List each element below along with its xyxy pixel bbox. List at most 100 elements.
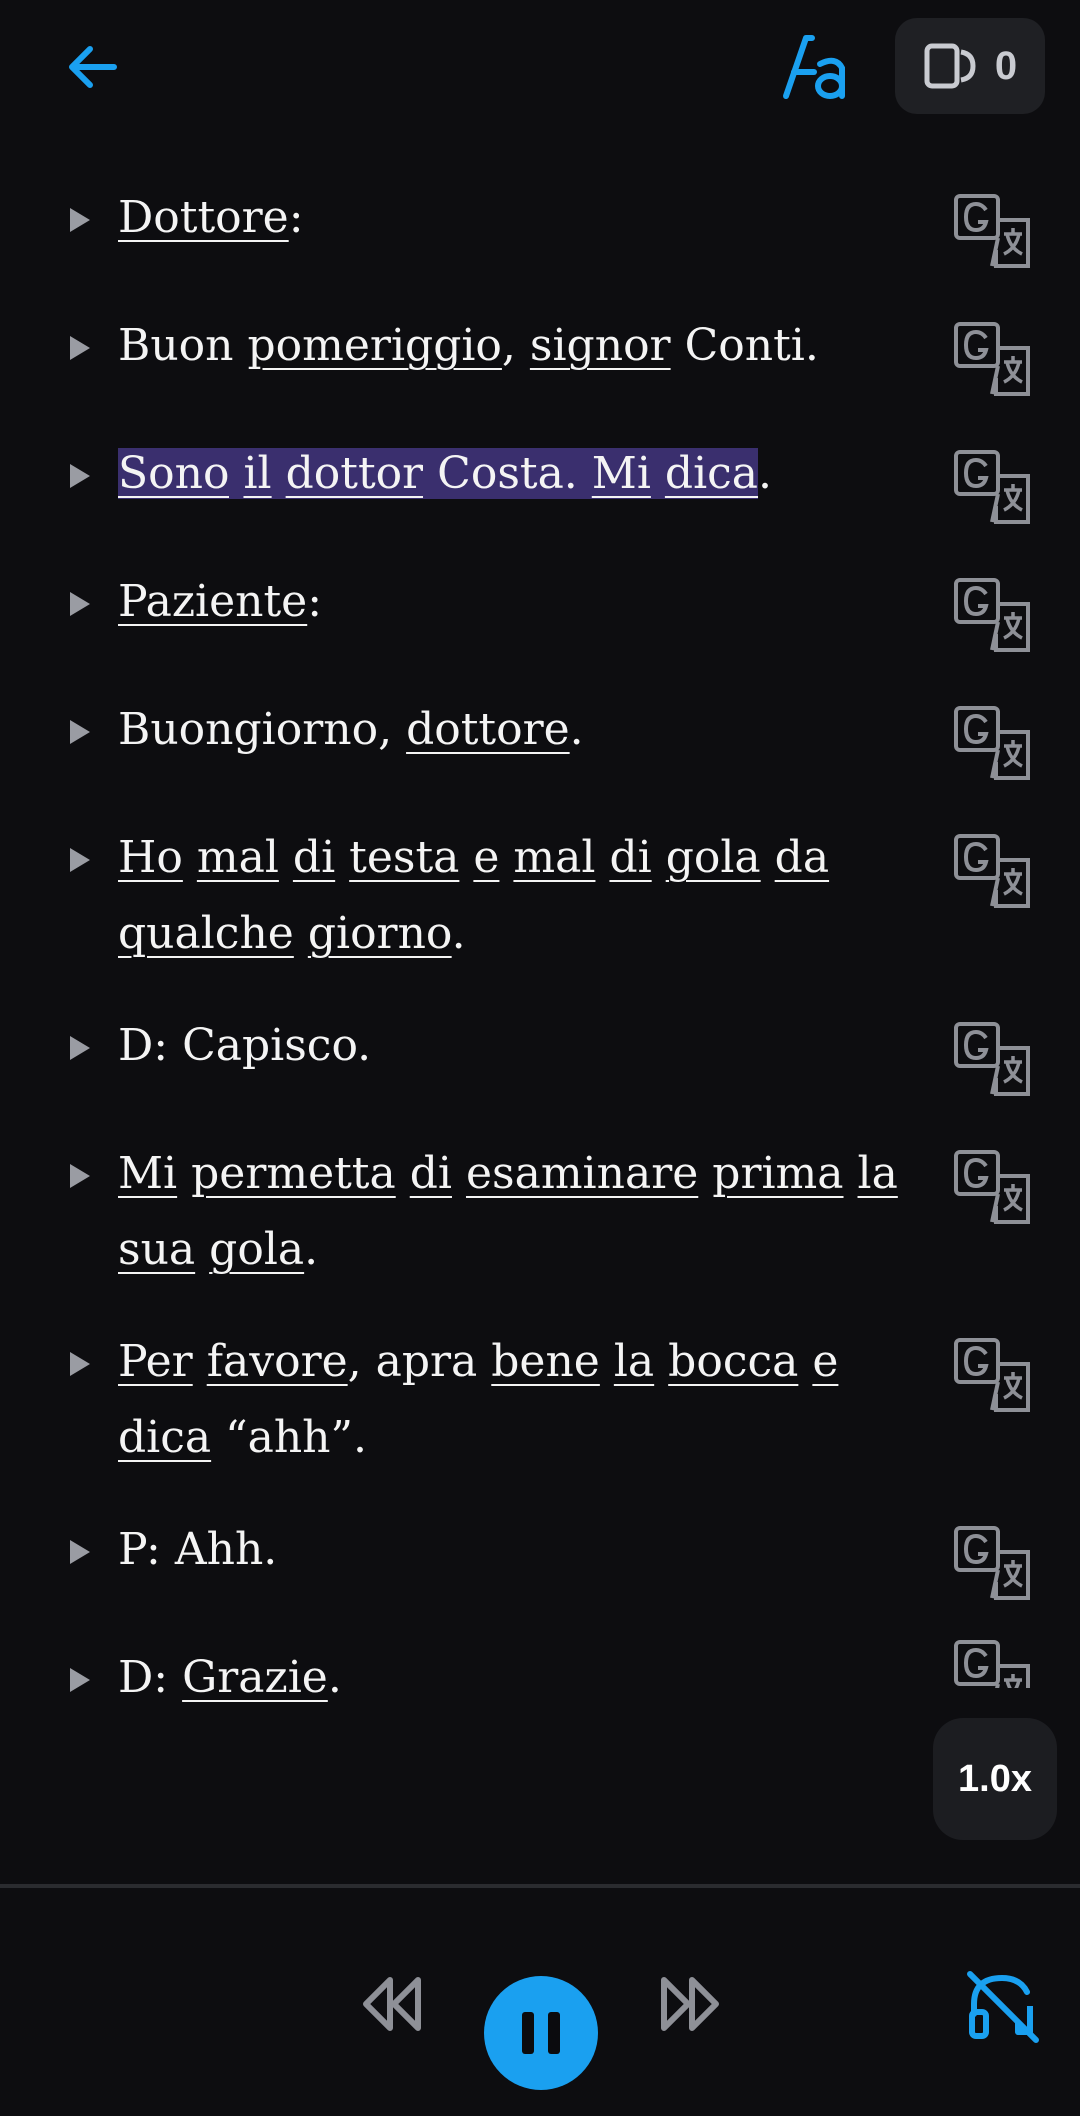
play-line-icon[interactable] <box>70 464 90 488</box>
word-link[interactable]: di <box>609 832 651 883</box>
play-line-icon[interactable] <box>70 1540 90 1564</box>
flashcards-count: 0 <box>994 43 1018 88</box>
flashcards-button[interactable]: 0 <box>895 18 1045 114</box>
word-link[interactable]: e <box>473 832 499 883</box>
text-fragment <box>279 832 293 883</box>
word-link[interactable]: Mi <box>591 448 651 499</box>
transcript-line: Per favore, apra bene la bocca e dica “a… <box>0 1324 1080 1512</box>
word-link[interactable]: la <box>858 1148 898 1199</box>
play-line-icon[interactable] <box>70 592 90 616</box>
text-fragment <box>600 1336 614 1387</box>
back-button[interactable] <box>60 35 124 99</box>
translate-button[interactable] <box>952 1334 1034 1416</box>
play-line-icon[interactable] <box>70 720 90 744</box>
translate-button[interactable] <box>952 574 1034 656</box>
text-fragment: Costa. <box>423 448 592 499</box>
play-line-icon[interactable] <box>70 336 90 360</box>
word-link[interactable]: esaminare <box>466 1148 698 1199</box>
word-link[interactable]: prima <box>712 1148 843 1199</box>
pause-button[interactable] <box>484 1976 598 2090</box>
translate-button[interactable] <box>952 1146 1034 1228</box>
word-link[interactable]: mal <box>513 832 595 883</box>
text-fragment: Buon <box>118 320 248 371</box>
translate-icon <box>954 1640 1030 1688</box>
word-link[interactable]: testa <box>349 832 459 883</box>
word-link[interactable]: permetta <box>191 1148 396 1199</box>
word-link[interactable]: Mi <box>118 1148 177 1199</box>
translate-button[interactable] <box>952 1636 1034 1688</box>
text-fragment <box>798 1336 812 1387</box>
word-link[interactable]: il <box>243 448 272 499</box>
word-link[interactable]: e <box>812 1336 838 1387</box>
text-fragment <box>229 448 244 499</box>
play-line-icon[interactable] <box>70 1036 90 1060</box>
font-settings-button[interactable] <box>780 30 856 106</box>
translate-button[interactable] <box>952 190 1034 272</box>
word-link[interactable]: Ho <box>118 832 183 883</box>
text-fragment <box>335 832 349 883</box>
word-link[interactable]: Sono <box>118 448 230 499</box>
top-bar: 0 <box>0 0 1080 130</box>
word-link[interactable]: mal <box>197 832 279 883</box>
transcript-line: Buon pomeriggio, signor Conti. <box>0 308 1080 436</box>
text-fragment <box>452 1148 466 1199</box>
text-fragment: . <box>451 908 466 959</box>
transcript-line: Dottore: <box>0 180 1080 308</box>
text-fragment: : <box>288 192 304 243</box>
translate-icon <box>954 1526 1030 1600</box>
text-fragment <box>294 908 308 959</box>
translate-button[interactable] <box>952 830 1034 912</box>
rewind-button[interactable] <box>356 1968 428 2040</box>
transcript-line: Sono il dottor Costa. Mi dica. <box>0 436 1080 564</box>
rewind-icon <box>363 1977 421 2031</box>
text-fragment: D: <box>118 1652 183 1703</box>
word-link[interactable]: di <box>293 832 335 883</box>
translate-icon <box>954 450 1030 524</box>
fast-forward-button[interactable] <box>654 1968 726 2040</box>
word-link[interactable]: bocca <box>668 1336 798 1387</box>
translate-button[interactable] <box>952 702 1034 784</box>
translate-icon <box>954 1022 1030 1096</box>
transcript-line: D: Grazie. <box>0 1640 1080 1768</box>
play-line-icon[interactable] <box>70 1668 90 1692</box>
transcript-line: Paziente: <box>0 564 1080 692</box>
word-link[interactable]: da <box>775 832 829 883</box>
play-line-icon[interactable] <box>70 1352 90 1376</box>
word-link[interactable]: giorno <box>308 908 452 959</box>
word-link[interactable]: gola <box>209 1224 304 1275</box>
word-link[interactable]: di <box>410 1148 452 1199</box>
text-fragment <box>499 832 513 883</box>
play-line-icon[interactable] <box>70 848 90 872</box>
audio-toggle-button[interactable] <box>962 1966 1042 2046</box>
word-link[interactable]: favore <box>207 1336 348 1387</box>
text-fragment <box>844 1148 858 1199</box>
text-fragment: . <box>758 448 773 499</box>
word-link[interactable]: Per <box>118 1336 193 1387</box>
translate-button[interactable] <box>952 1522 1034 1604</box>
translate-button[interactable] <box>952 1018 1034 1100</box>
word-link[interactable]: Dottore <box>118 192 289 243</box>
word-link[interactable]: signor <box>530 320 671 371</box>
translate-button[interactable] <box>952 446 1034 528</box>
text-fragment: . <box>569 704 584 755</box>
speed-button[interactable]: 1.0x <box>933 1718 1057 1840</box>
word-link[interactable]: dottor <box>285 448 424 499</box>
word-link[interactable]: qualche <box>118 908 294 959</box>
word-link[interactable]: la <box>614 1336 654 1387</box>
text-fragment <box>698 1148 712 1199</box>
word-link[interactable]: sua <box>118 1224 195 1275</box>
word-link[interactable]: Grazie <box>182 1652 328 1703</box>
word-link[interactable]: pomeriggio <box>248 320 502 371</box>
word-link[interactable]: gola <box>666 832 761 883</box>
word-link[interactable]: dica <box>118 1412 211 1463</box>
word-link[interactable]: bene <box>491 1336 600 1387</box>
word-link[interactable]: dica <box>664 448 759 499</box>
word-link[interactable]: dottore <box>406 704 570 755</box>
text-fragment <box>177 1148 191 1199</box>
translate-icon <box>954 706 1030 780</box>
play-line-icon[interactable] <box>70 208 90 232</box>
play-line-icon[interactable] <box>70 1164 90 1188</box>
translate-button[interactable] <box>952 318 1034 400</box>
word-link[interactable]: Paziente <box>118 576 307 627</box>
translate-icon <box>954 194 1030 268</box>
